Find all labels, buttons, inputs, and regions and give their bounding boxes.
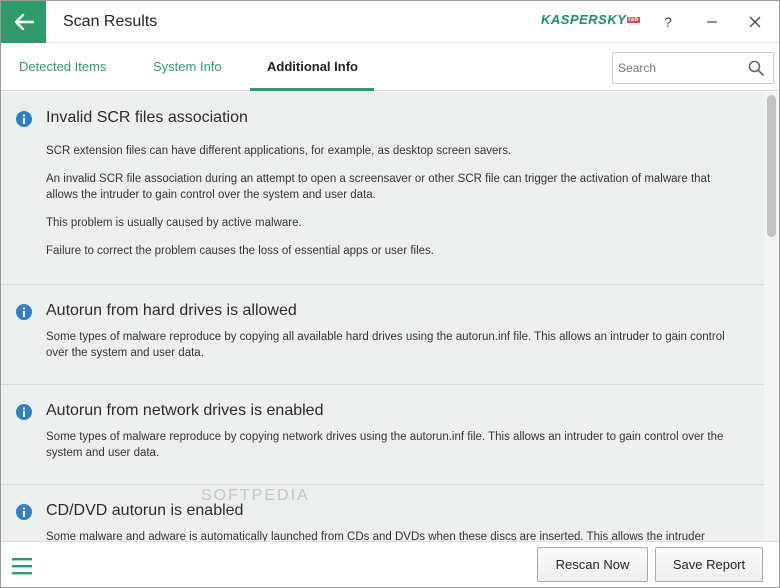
- kaspersky-logo: KASPERSKY lab: [541, 12, 640, 27]
- footer-bar: Rescan Now Save Report: [1, 541, 779, 587]
- brand-text: KASPERSKY: [541, 12, 627, 27]
- search-input[interactable]: [618, 59, 743, 77]
- section-paragraph: Some types of malware reproduce by copyi…: [46, 431, 724, 459]
- search-icon[interactable]: [748, 60, 764, 76]
- back-button[interactable]: [1, 1, 46, 43]
- window-title: Scan Results: [63, 13, 158, 30]
- section-paragraph: Failure to correct the problem causes th…: [46, 245, 434, 257]
- info-section-autorun-network-drives: Autorun from network drives is enabled S…: [1, 385, 764, 485]
- info-icon: [16, 504, 32, 520]
- tab-system-info[interactable]: System Info: [153, 59, 222, 74]
- section-paragraph: Some types of malware reproduce by copyi…: [46, 331, 725, 359]
- section-title: Autorun from network drives is enabled: [46, 402, 324, 419]
- info-section-scr-association: Invalid SCR files association SCR extens…: [1, 92, 764, 285]
- close-button[interactable]: [742, 9, 768, 35]
- active-tab-indicator: [250, 88, 374, 91]
- tab-detected-items[interactable]: Detected Items: [19, 59, 106, 74]
- hamburger-menu-icon[interactable]: [11, 555, 33, 577]
- rescan-now-button[interactable]: Rescan Now: [537, 547, 648, 582]
- brand-badge: lab: [627, 17, 640, 23]
- minimize-icon: [707, 21, 717, 23]
- arrow-left-icon: [14, 14, 34, 30]
- search-box[interactable]: [612, 52, 774, 84]
- vertical-scrollbar[interactable]: [764, 92, 779, 541]
- info-section-autorun-hard-drives: Autorun from hard drives is allowed Some…: [1, 285, 764, 385]
- section-title: CD/DVD autorun is enabled: [46, 502, 244, 519]
- section-paragraph: An invalid SCR file association during a…: [46, 173, 711, 201]
- tab-bar: Detected Items System Info Additional In…: [1, 43, 779, 91]
- help-button[interactable]: ?: [655, 9, 681, 35]
- section-title: Invalid SCR files association: [46, 109, 248, 126]
- minimize-button[interactable]: [699, 9, 725, 35]
- info-icon: [16, 404, 32, 420]
- scan-results-window: Scan Results KASPERSKY lab ? Detected Ite…: [0, 0, 780, 588]
- info-section-cd-dvd-autorun: CD/DVD autorun is enabled Some malware a…: [1, 485, 764, 541]
- info-icon: [16, 111, 32, 127]
- tab-additional-info[interactable]: Additional Info: [267, 59, 358, 74]
- section-paragraph: This problem is usually caused by active…: [46, 217, 302, 229]
- save-report-button[interactable]: Save Report: [655, 547, 763, 582]
- section-paragraph: SCR extension files can have different a…: [46, 145, 512, 157]
- section-title: Autorun from hard drives is allowed: [46, 302, 297, 319]
- additional-info-content: Invalid SCR files association SCR extens…: [1, 92, 779, 541]
- info-icon: [16, 304, 32, 320]
- title-bar: Scan Results KASPERSKY lab ?: [1, 1, 779, 43]
- scrollbar-thumb[interactable]: [767, 95, 776, 237]
- close-icon: [749, 16, 761, 28]
- section-paragraph: Some malware and adware is automatically…: [46, 531, 705, 541]
